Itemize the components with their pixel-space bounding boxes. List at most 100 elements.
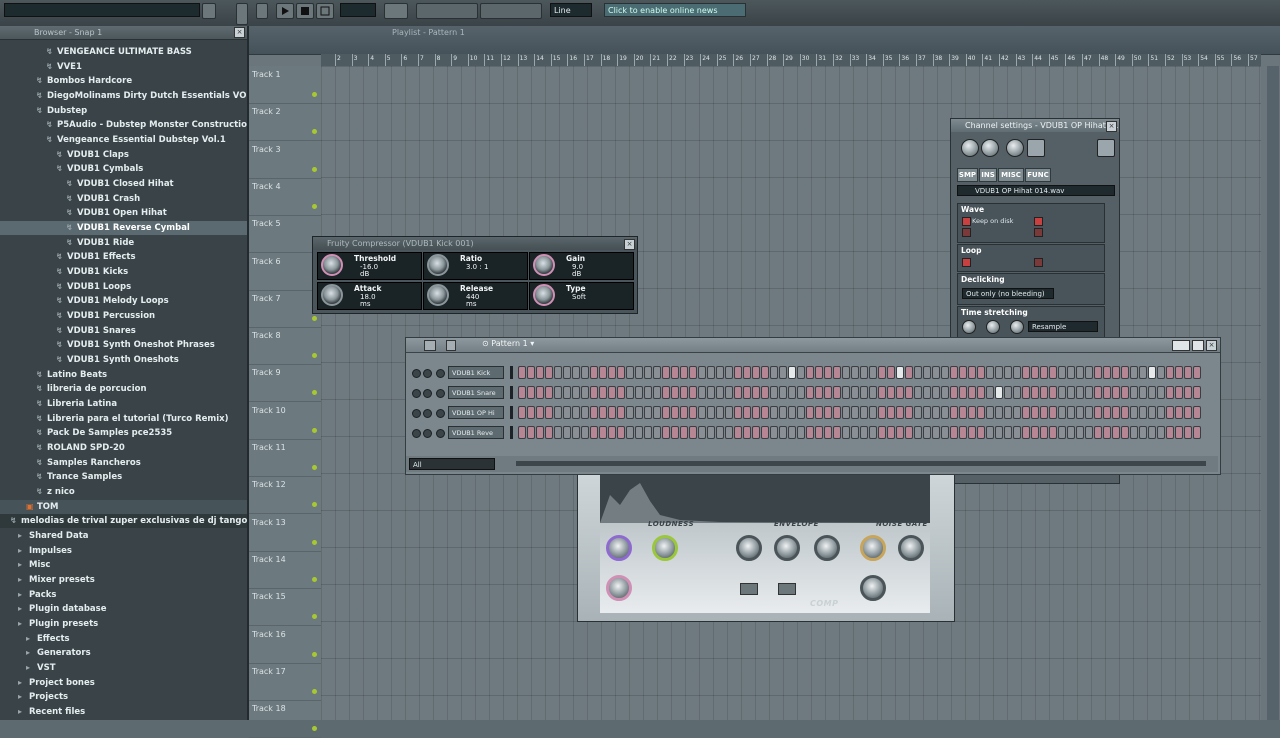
step-button[interactable] [527,426,535,439]
track-header[interactable]: Track 18 [249,700,321,738]
step-button[interactable] [995,426,1003,439]
loop-checkbox[interactable] [962,258,971,267]
tab-func[interactable]: FUNC [1025,168,1051,182]
step-button[interactable] [779,386,787,399]
track-mute-led[interactable] [312,688,317,694]
step-button[interactable] [617,386,625,399]
step-button[interactable] [1157,366,1165,379]
step-button[interactable] [1148,366,1156,379]
step-button[interactable] [1130,386,1138,399]
step-button[interactable] [968,386,976,399]
step-button[interactable] [563,386,571,399]
browser-item[interactable]: ↯ VENGEANCE ULTIMATE BASS [0,45,247,59]
step-button[interactable] [1049,366,1057,379]
step-button[interactable] [1067,426,1075,439]
gate-release-knob[interactable] [860,575,886,601]
track-mute-led[interactable] [312,427,317,433]
browser-item[interactable]: ▸ Misc [0,558,247,572]
compressor-close-button[interactable]: × [624,239,635,250]
step-button[interactable] [581,406,589,419]
noise-gate-knob[interactable] [860,535,886,561]
step-button[interactable] [725,426,733,439]
browser-item[interactable]: ▸ Plugin database [0,602,247,616]
step-button[interactable] [527,386,535,399]
step-button[interactable] [572,386,580,399]
step-button[interactable] [1193,366,1201,379]
step-button[interactable] [914,406,922,419]
step-button[interactable] [1022,406,1030,419]
recording-options[interactable] [416,3,478,19]
step-button[interactable] [914,386,922,399]
step-button[interactable] [680,386,688,399]
step-button[interactable] [545,366,553,379]
track-header[interactable]: Track 6 [249,253,321,291]
step-button[interactable] [968,406,976,419]
step-button[interactable] [680,366,688,379]
step-button[interactable] [1184,386,1192,399]
track-mute-led[interactable] [312,539,317,545]
step-button[interactable] [914,426,922,439]
track-header[interactable]: Track 2 [249,103,321,142]
step-button[interactable] [644,386,652,399]
envelope-release-knob[interactable] [774,535,800,561]
step-button[interactable] [554,406,562,419]
step-button[interactable] [608,406,616,419]
step-button[interactable] [743,426,751,439]
step-button[interactable] [923,366,931,379]
step-button[interactable] [797,386,805,399]
step-button[interactable] [815,426,823,439]
step-button[interactable] [932,366,940,379]
step-button[interactable] [1121,366,1129,379]
step-button[interactable] [1031,426,1039,439]
step-button[interactable] [635,366,643,379]
wave-option-checkbox[interactable] [1034,228,1043,237]
step-button[interactable] [1184,366,1192,379]
browser-close-button[interactable]: × [234,27,245,38]
step-button[interactable] [1094,386,1102,399]
stop-button[interactable] [296,3,314,19]
step-button[interactable] [923,406,931,419]
record-button[interactable] [316,3,334,19]
step-button[interactable] [563,406,571,419]
step-button[interactable] [932,386,940,399]
step-button[interactable] [878,366,886,379]
step-button[interactable] [527,366,535,379]
step-button[interactable] [770,386,778,399]
step-button[interactable] [932,426,940,439]
step-button[interactable] [824,366,832,379]
noise-gate-time-knob[interactable] [898,535,924,561]
step-button[interactable] [1094,406,1102,419]
track-header[interactable]: Track 1 [249,66,321,104]
step-button[interactable] [1085,406,1093,419]
compressor-knob[interactable] [321,254,343,276]
step-button[interactable] [1130,426,1138,439]
step-button[interactable] [662,366,670,379]
browser-item[interactable]: ▸ Mixer presets [0,573,247,587]
step-button[interactable] [608,386,616,399]
channel-select-indicator[interactable] [510,406,513,419]
step-button[interactable] [761,426,769,439]
loudness-knob[interactable] [606,535,632,561]
step-button[interactable] [878,406,886,419]
track-mute-led[interactable] [312,129,317,135]
step-button[interactable] [581,426,589,439]
step-button[interactable] [1166,406,1174,419]
step-button[interactable] [545,426,553,439]
step-button[interactable] [986,406,994,419]
envelope-button[interactable] [740,583,758,595]
step-button[interactable] [1121,406,1129,419]
stretch-pitch-knob[interactable] [962,320,976,334]
pattern-selector[interactable]: ⊙ Pattern 1 ▾ [482,339,534,348]
channel-name-button[interactable]: VDUB1 OP Hi [448,406,504,419]
track-mute-led[interactable] [312,315,317,321]
track-mute-led[interactable] [312,353,317,359]
step-button[interactable] [860,426,868,439]
step-button[interactable] [1013,366,1021,379]
step-button[interactable] [1085,426,1093,439]
track-header[interactable]: Track 8 [249,327,321,366]
step-button[interactable] [923,426,931,439]
step-button[interactable] [1157,406,1165,419]
step-button[interactable] [599,406,607,419]
step-button[interactable] [797,426,805,439]
step-button[interactable] [1058,406,1066,419]
